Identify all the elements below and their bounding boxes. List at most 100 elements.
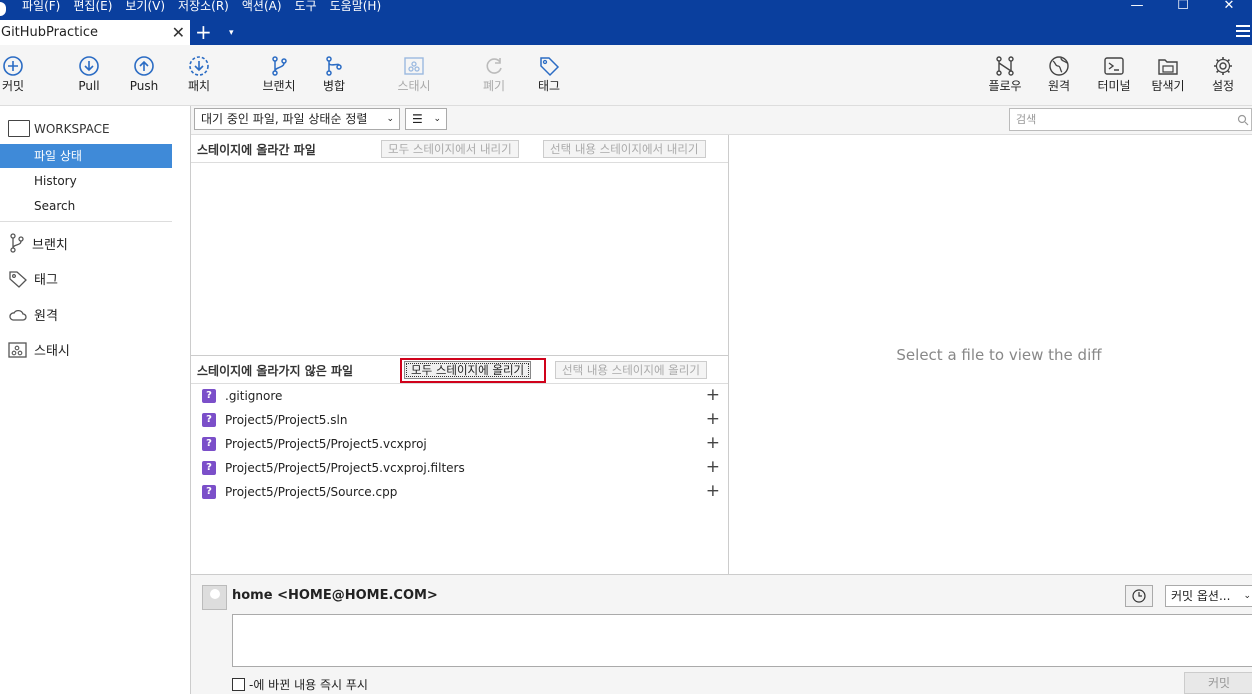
merge-label: 병합: [322, 79, 346, 93]
discard-button[interactable]: 폐기: [480, 55, 508, 93]
stage-file-plus-icon[interactable]: +: [706, 457, 720, 477]
commit-options-select[interactable]: 커밋 옵션... ⌄: [1165, 585, 1252, 607]
hamburger-menu-icon[interactable]: [1236, 25, 1250, 40]
file-row[interactable]: ? Project5/Project5/Project5.vcxproj +: [191, 433, 728, 457]
branch-label: 브랜치: [262, 79, 296, 93]
file-row[interactable]: ? .gitignore +: [191, 385, 728, 409]
maximize-button[interactable]: ☐: [1160, 0, 1206, 14]
menu-edit[interactable]: 편집(E): [73, 0, 120, 20]
stage-file-plus-icon[interactable]: +: [706, 433, 720, 453]
file-row[interactable]: ? Project5/Project5/Project5.vcxproj.fil…: [191, 457, 728, 481]
tags-label: 태그: [34, 273, 58, 288]
sidebar-group-stashes[interactable]: 스태시: [8, 340, 70, 359]
tab-repository[interactable]: GitHubPractice ✕: [0, 20, 190, 45]
remote-button[interactable]: 원격: [1044, 55, 1074, 93]
explorer-button[interactable]: 탐색기: [1148, 55, 1188, 93]
untracked-icon: ?: [202, 437, 216, 451]
untracked-icon: ?: [202, 413, 216, 427]
push-button[interactable]: Push: [127, 55, 161, 93]
discard-icon: [486, 58, 502, 74]
flow-icon: [996, 56, 1014, 76]
commit-message-input[interactable]: [232, 614, 1252, 667]
sidebar-group-tags[interactable]: 태그: [8, 269, 58, 288]
cloud-icon: [9, 309, 27, 321]
commit-button[interactable]: 커밋: [1184, 672, 1252, 694]
stage-selected-button[interactable]: 선택 내용 스테이지에 올리기: [555, 361, 707, 379]
merge-button[interactable]: 병합: [320, 55, 348, 93]
history-clock-button[interactable]: [1125, 585, 1153, 607]
flow-button[interactable]: 플로우: [982, 55, 1028, 93]
unstaged-files-panel: 스테이지에 올라가지 않은 파일 모두 스테이지에 올리기 선택 내용 스테이지…: [191, 355, 729, 574]
checkbox[interactable]: [232, 678, 245, 691]
menu-items: 파일(F) 편집(E) 보기(V) 저장소(R) 액션(A) 도구 도움말(H): [22, 0, 394, 20]
unstage-selected-button[interactable]: 선택 내용 스테이지에서 내리기: [543, 140, 706, 158]
commit-toolbar-button[interactable]: 커밋: [0, 55, 30, 93]
unstage-all-button[interactable]: 모두 스테이지에서 내리기: [381, 140, 519, 158]
staged-files-panel: 스테이지에 올라간 파일 모두 스테이지에서 내리기 선택 내용 스테이지에서 …: [191, 135, 729, 355]
branches-label: 브랜치: [32, 237, 68, 253]
menu-bar: 파일(F) 편집(E) 보기(V) 저장소(R) 액션(A) 도구 도움말(H)…: [0, 0, 1252, 20]
staged-title: 스테이지에 올라간 파일: [197, 143, 316, 157]
stash-icon: [8, 341, 27, 358]
search-placeholder: 검색: [1016, 113, 1037, 126]
monitor-icon: [8, 120, 30, 137]
file-name: Project5/Project5.sln: [225, 413, 348, 427]
menu-tools[interactable]: 도구: [295, 0, 325, 20]
settings-button[interactable]: 설정: [1208, 55, 1238, 93]
list-view-icon: ☰: [412, 112, 423, 126]
tab-dropdown-icon[interactable]: ▾: [229, 24, 234, 42]
sort-select-value: 대기 중인 파일, 파일 상태순 정렬: [201, 112, 368, 126]
commit-label: 커밋: [1, 79, 25, 93]
push-immediately-checkbox[interactable]: -에 바뀐 내용 즉시 푸시: [232, 676, 368, 693]
tab-close-icon[interactable]: ✕: [172, 20, 185, 46]
patch-button[interactable]: 패치: [184, 55, 214, 93]
unstaged-title: 스테이지에 올라가지 않은 파일: [197, 364, 354, 378]
terminal-button[interactable]: 터미널: [1094, 55, 1134, 93]
branch-button[interactable]: 브랜치: [259, 55, 299, 93]
push-arrow-icon: [134, 56, 154, 76]
remote-label: 원격: [1047, 79, 1071, 93]
sidebar-divider: [0, 221, 172, 222]
menu-help[interactable]: 도움말(H): [330, 0, 390, 20]
stage-file-plus-icon[interactable]: +: [706, 385, 720, 405]
sort-select[interactable]: 대기 중인 파일, 파일 상태순 정렬 ⌄: [194, 108, 400, 130]
merge-icon: [326, 56, 342, 76]
flow-label: 플로우: [988, 79, 1022, 93]
search-input[interactable]: 검색: [1009, 108, 1252, 131]
sidebar-item-search[interactable]: Search: [0, 194, 172, 218]
menu-view[interactable]: 보기(V): [125, 0, 173, 20]
patch-icon: [189, 56, 209, 76]
tag-button[interactable]: 태그: [534, 55, 564, 93]
menu-file[interactable]: 파일(F): [22, 0, 68, 20]
close-window-button[interactable]: ✕: [1206, 0, 1252, 14]
new-tab-button[interactable]: +: [195, 20, 212, 44]
sidebar-group-remotes[interactable]: 원격: [8, 305, 58, 324]
remotes-label: 원격: [34, 309, 58, 324]
tag-label: 태그: [537, 79, 561, 93]
view-select[interactable]: ☰ ⌄: [405, 108, 447, 130]
sidebar-item-file-status[interactable]: 파일 상태: [0, 144, 172, 168]
workspace-header: WORKSPACE: [8, 120, 110, 137]
terminal-label: 터미널: [1097, 79, 1131, 93]
stash-button[interactable]: 스태시: [394, 55, 434, 93]
menu-actions[interactable]: 액션(A): [242, 0, 290, 20]
tag-icon: [9, 270, 27, 288]
settings-label: 설정: [1211, 79, 1235, 93]
sidebar-group-branches[interactable]: 브랜치: [8, 233, 68, 253]
stage-file-plus-icon[interactable]: +: [706, 481, 720, 501]
highlight-box: [400, 358, 546, 383]
file-row[interactable]: ? Project5/Project5/Source.cpp +: [191, 481, 728, 505]
minimize-button[interactable]: —: [1114, 0, 1160, 14]
stash-label: 스태시: [397, 79, 431, 93]
pull-label: Pull: [78, 79, 100, 93]
file-name: Project5/Project5/Project5.vcxproj.filte…: [225, 461, 465, 475]
file-row[interactable]: ? Project5/Project5.sln +: [191, 409, 728, 433]
pull-button[interactable]: Pull: [74, 55, 104, 93]
menu-repository[interactable]: 저장소(R): [178, 0, 237, 20]
stashes-label: 스태시: [34, 344, 70, 359]
file-name: .gitignore: [225, 389, 283, 403]
stage-file-plus-icon[interactable]: +: [706, 409, 720, 429]
commit-area: home <HOME@HOME.COM> 커밋 옵션... ⌄ -에 바뀐 내용…: [191, 574, 1252, 694]
sidebar-item-history[interactable]: History: [0, 169, 172, 193]
diff-placeholder: Select a file to view the diff: [896, 346, 1102, 364]
